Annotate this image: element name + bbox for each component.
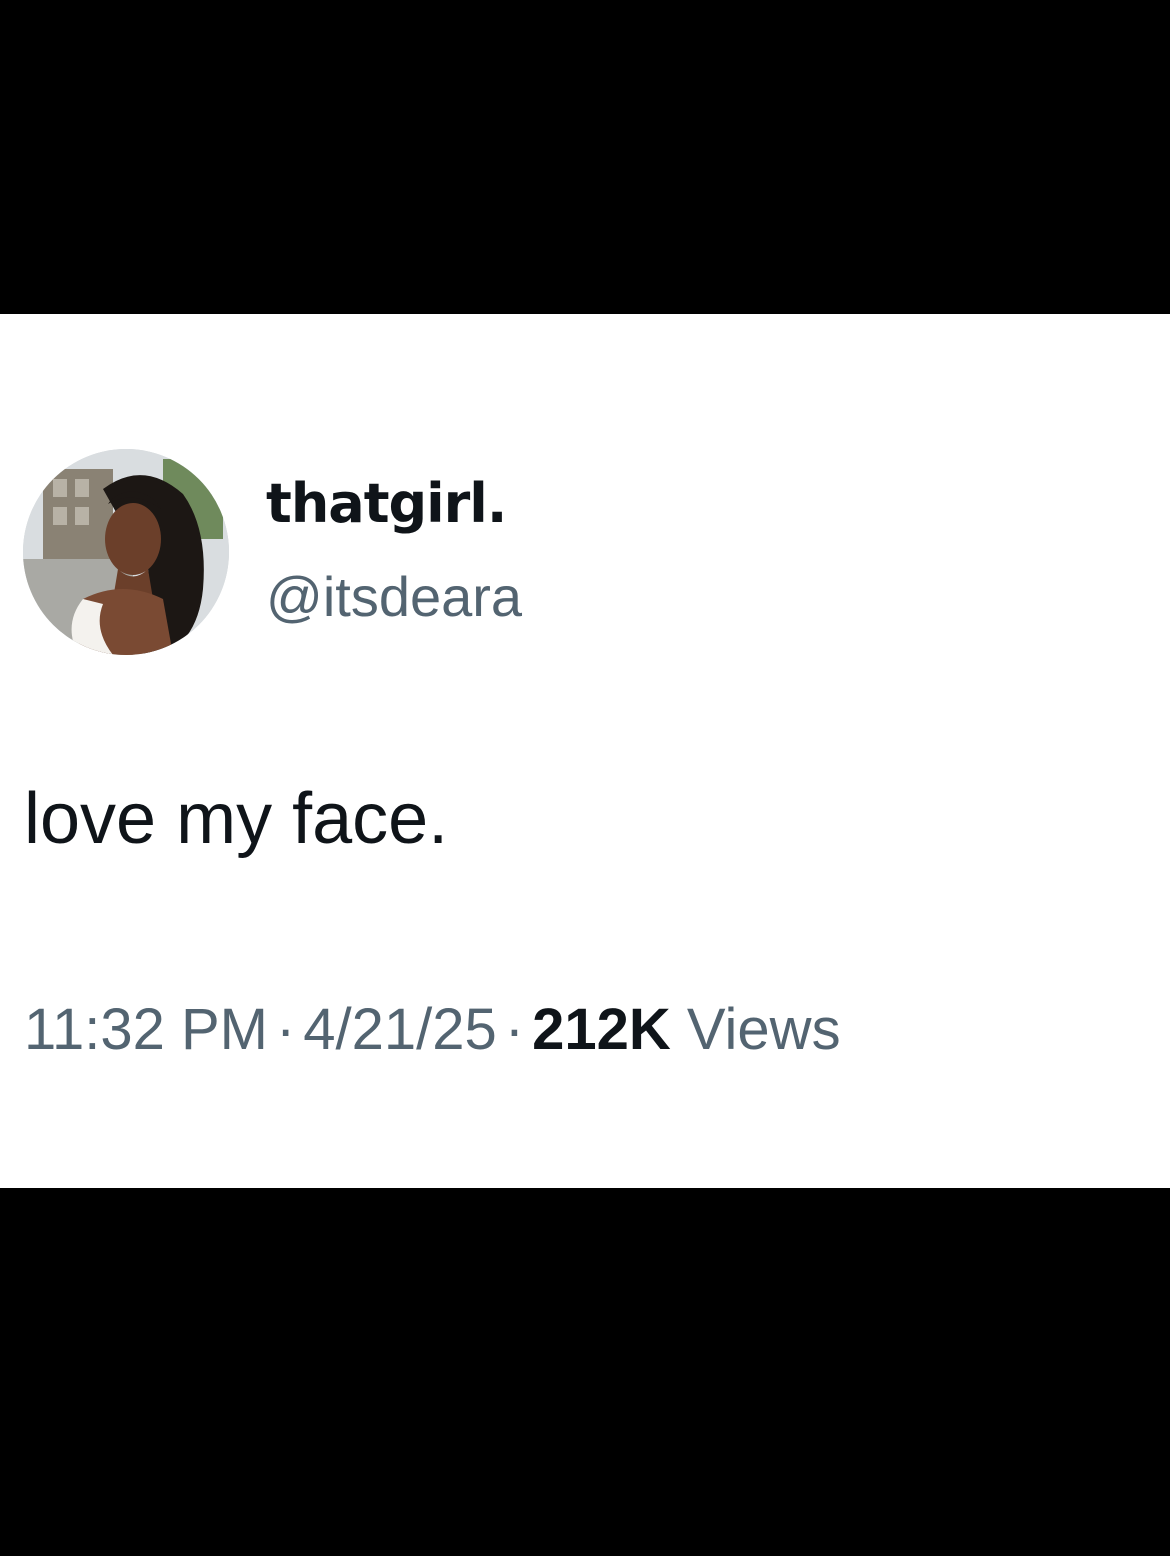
views-count[interactable]: 212K xyxy=(532,997,671,1062)
meta-separator: · xyxy=(275,997,296,1062)
views-label[interactable]: Views xyxy=(687,997,841,1062)
tweet-card: thatgirl. @itsdeara love my face. 11:32 … xyxy=(0,314,1170,1188)
user-handle[interactable]: @itsdeara xyxy=(266,564,522,629)
avatar[interactable] xyxy=(23,449,229,655)
tweet-text: love my face. xyxy=(24,779,449,859)
tweet-meta: 11:32 PM · 4/21/25 · 212K Views xyxy=(24,996,841,1063)
display-name[interactable]: thatgirl. xyxy=(266,472,507,535)
top-black-bar xyxy=(0,0,1170,314)
meta-separator: · xyxy=(504,997,525,1062)
tweet-date[interactable]: 4/21/25 xyxy=(303,997,497,1062)
bottom-black-bar xyxy=(0,1188,1170,1556)
avatar-photo xyxy=(23,449,229,655)
tweet-time[interactable]: 11:32 PM xyxy=(24,997,268,1062)
